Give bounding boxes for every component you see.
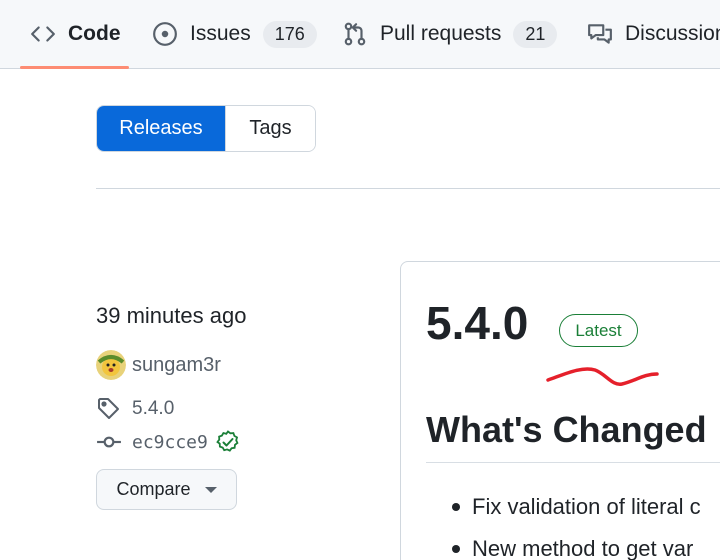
releases-tags-toggle: Releases Tags	[96, 105, 316, 152]
pull-requests-count-badge: 21	[513, 20, 558, 48]
code-icon	[30, 21, 56, 47]
bullet	[452, 503, 460, 511]
issue-opened-icon	[152, 21, 178, 47]
release-author[interactable]: sungam3r	[96, 349, 221, 381]
red-annotation-scribble	[546, 367, 659, 386]
latest-badge: Latest	[559, 314, 638, 347]
release-tag[interactable]: 5.4.0	[96, 395, 174, 423]
author-name[interactable]: sungam3r	[132, 354, 221, 377]
list-item-text: New method to get var	[472, 536, 694, 560]
active-tab-underline	[20, 66, 129, 69]
section-divider	[96, 188, 720, 189]
list-item: Fix validation of literal c	[452, 494, 701, 520]
repo-nav: Code Issues 176 Pull requests 21 Discuss…	[0, 0, 720, 69]
whats-changed-heading: What's Changed	[426, 409, 707, 450]
release-time: 39 minutes ago	[96, 303, 247, 328]
list-item-text: Fix validation of literal c	[472, 494, 701, 519]
tab-pull-requests[interactable]: Pull requests 21	[342, 0, 558, 68]
tag-name[interactable]: 5.4.0	[132, 398, 174, 420]
heading-divider	[426, 462, 720, 463]
release-version-title[interactable]: 5.4.0	[426, 296, 528, 350]
avatar[interactable]	[96, 350, 126, 380]
tab-discussions[interactable]: Discussions	[587, 0, 720, 68]
verified-icon[interactable]	[216, 430, 240, 454]
tags-button[interactable]: Tags	[225, 106, 315, 151]
issues-count-badge: 176	[262, 20, 317, 48]
release-commit[interactable]: ec9cce9	[96, 428, 240, 456]
git-pull-request-icon	[342, 21, 368, 47]
tab-pull-requests-label: Pull requests	[380, 22, 502, 45]
commit-sha[interactable]: ec9cce9	[132, 432, 208, 453]
tab-issues-label: Issues	[190, 22, 251, 45]
releases-button[interactable]: Releases	[97, 106, 225, 151]
tab-issues[interactable]: Issues 176	[152, 0, 317, 68]
list-item: New method to get var	[452, 536, 693, 560]
tab-code-label: Code	[68, 22, 121, 45]
tab-discussions-label: Discussions	[625, 22, 720, 45]
compare-button[interactable]: Compare	[96, 469, 237, 510]
tab-code[interactable]: Code	[30, 0, 121, 68]
tag-icon	[96, 396, 122, 422]
bullet	[452, 545, 460, 553]
compare-label: Compare	[116, 479, 191, 499]
chevron-down-icon	[204, 486, 217, 493]
comment-discussion-icon	[587, 21, 613, 47]
git-commit-icon	[96, 429, 122, 455]
